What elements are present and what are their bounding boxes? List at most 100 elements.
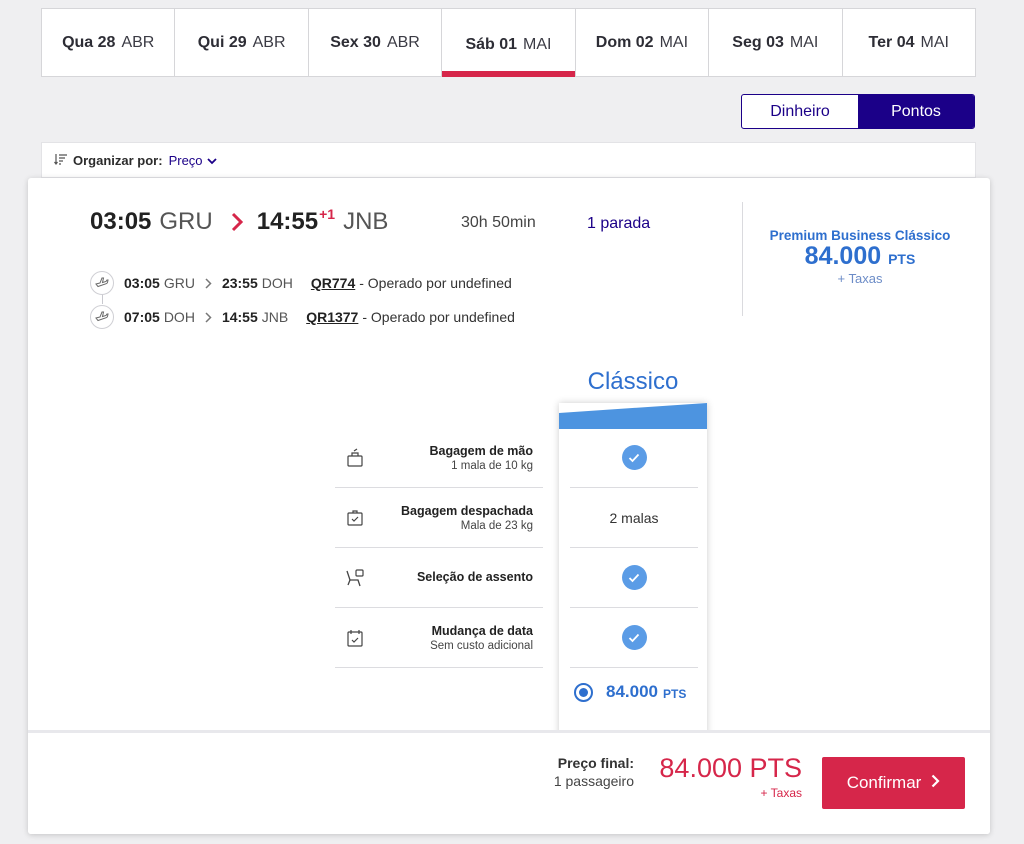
segment-arrival-time: 23:55	[221, 275, 258, 291]
date-tabs: Qua 28 ABR Qui 29 ABR Sex 30 ABR Sáb 01 MAI …	[41, 8, 976, 77]
fare-price-value: 84.000	[804, 242, 882, 270]
check-icon	[621, 625, 647, 650]
fare-family-price-unit: PTS	[663, 686, 687, 701]
segment-row: 03:05 GRU 23:55 DOH QR774 - Operado por …	[90, 266, 515, 300]
attribute-title: Mudança de data	[431, 623, 533, 638]
departure-airport: GRU	[159, 208, 213, 235]
segment-arrival-airport: DOH	[261, 275, 293, 291]
flight-duration: 30h 50min	[461, 214, 536, 231]
segment-departure-airport: DOH	[163, 309, 195, 325]
attribute-title: Bagagem despachada	[401, 503, 533, 518]
attribute-subtitle: Mala de 23 kg	[460, 519, 533, 532]
date-tab-5[interactable]: Seg 03 MAI	[709, 9, 843, 76]
attribute-row-date-change: Mudança de data Sem custo adicional	[335, 608, 543, 668]
flight-main-times: 03:05 GRU 14:55 +1 JNB	[90, 206, 389, 236]
value-seat-selection	[570, 548, 698, 608]
date-tab-month: MAI	[920, 33, 949, 51]
check-icon	[621, 565, 647, 590]
segment-departure-time: 07:05	[124, 309, 160, 325]
passenger-count: 1 passageiro	[553, 773, 634, 789]
sort-bar: Organizar por: Preço	[41, 142, 976, 178]
fare-family-title: Clássico	[587, 368, 679, 395]
segment-arrival-airport: JNB	[261, 309, 289, 325]
date-tab-day: Qua 28	[62, 33, 116, 51]
departure-time: 03:05	[90, 208, 152, 235]
segment-arrival-time: 14:55	[221, 309, 258, 325]
sort-dropdown[interactable]: Preço	[169, 153, 217, 168]
date-tab-day: Dom 02	[595, 33, 654, 51]
final-price-label: Preço final:	[557, 755, 634, 771]
chevron-down-icon	[206, 153, 217, 168]
attribute-title: Seleção de assento	[416, 569, 533, 584]
fare-name: Premium Business Clássico	[769, 228, 951, 243]
date-tab-day: Qui 29	[197, 33, 247, 51]
chevron-right-icon	[205, 277, 212, 289]
currency-toggle: Dinheiro Pontos	[741, 94, 975, 129]
fare-price: 84.000 PTS	[752, 242, 968, 271]
date-tab-0[interactable]: Qua 28 ABR	[42, 9, 176, 76]
arrival-airport: JNB	[343, 208, 389, 235]
confirm-button[interactable]: Confirmar	[822, 757, 965, 809]
radio-selected-icon[interactable]	[574, 682, 593, 702]
check-icon	[621, 445, 647, 470]
date-tab-1[interactable]: Qui 29 ABR	[175, 9, 309, 76]
attribute-subtitle: 1 mala de 10 kg	[451, 459, 533, 472]
divider	[742, 202, 743, 316]
attribute-subtitle: Sem custo adicional	[430, 639, 533, 652]
final-price-label-group: Preço final: 1 passageiro	[538, 755, 634, 789]
flight-number-link[interactable]: QR774	[311, 275, 355, 291]
segment-departure-airport: GRU	[163, 275, 195, 291]
chevron-right-icon	[205, 311, 212, 323]
date-tab-month: ABR	[386, 33, 420, 51]
date-tab-day: Sex 30	[330, 33, 381, 51]
date-tab-day: Seg 03	[732, 33, 784, 51]
seat-selection-icon	[335, 568, 375, 588]
fare-taxes: + Taxas	[837, 270, 883, 286]
fare-summary: Premium Business Clássico 84.000 PTS + T…	[752, 228, 968, 286]
plane-icon	[90, 271, 114, 295]
chevron-right-icon	[931, 773, 940, 793]
date-tab-day: Ter 04	[868, 33, 915, 51]
confirm-label: Confirmar	[846, 773, 922, 792]
sort-value: Preço	[168, 152, 203, 168]
price-footer: Preço final: 1 passageiro 84.000 PTS + T…	[28, 730, 990, 834]
value-checked-baggage: 2 malas	[570, 488, 698, 548]
arrow-right-icon	[231, 212, 243, 232]
attribute-row-seat-selection: Seleção de assento	[335, 548, 543, 608]
calendar-change-icon	[335, 628, 375, 648]
attribute-row-hand-baggage: Bagagem de mão 1 mala de 10 kg	[335, 428, 543, 488]
segment-row: 07:05 DOH 14:55 JNB QR1377 - Operado por…	[90, 300, 515, 334]
currency-points-option[interactable]: Pontos	[858, 95, 974, 128]
flight-number-link[interactable]: QR1377	[306, 309, 358, 325]
date-tab-4[interactable]: Dom 02 MAI	[576, 9, 710, 76]
currency-money-option[interactable]: Dinheiro	[742, 95, 858, 128]
plane-icon	[90, 305, 114, 329]
final-price-value: 84.000 PTS	[659, 753, 802, 783]
date-tab-month: MAI	[523, 35, 552, 53]
date-tab-month: MAI	[659, 33, 689, 51]
date-tab-3-selected[interactable]: Sáb 01 MAI	[442, 9, 576, 77]
fare-family-select[interactable]: 84.000 PTS	[570, 671, 698, 713]
sort-label: Organizar por:	[73, 152, 163, 168]
day-offset: +1	[319, 206, 336, 222]
flight-segments: 03:05 GRU 23:55 DOH QR774 - Operado por …	[90, 266, 515, 334]
attribute-row-checked-baggage: Bagagem despachada Mala de 23 kg	[335, 488, 543, 548]
arrival-time: 14:55	[256, 208, 319, 235]
hand-baggage-icon	[335, 448, 375, 468]
flight-card: 03:05 GRU 14:55 +1 JNB 30h 50min 1 parad…	[28, 178, 990, 834]
fare-family-price: 84.000	[606, 682, 658, 701]
date-tab-month: ABR	[252, 33, 286, 51]
attribute-title: Bagagem de mão	[429, 443, 533, 458]
date-tab-6[interactable]: Ter 04 MAI	[843, 9, 975, 76]
final-price: 84.000 PTS + Taxas	[658, 753, 802, 800]
final-price-taxes: + Taxas	[760, 786, 802, 800]
value-date-change	[570, 608, 698, 668]
date-tab-day: Sáb 01	[465, 35, 518, 53]
stops-link[interactable]: 1 parada	[587, 215, 650, 233]
segment-departure-time: 03:05	[124, 275, 160, 291]
date-tab-month: MAI	[789, 33, 819, 51]
date-tab-2[interactable]: Sex 30 ABR	[309, 9, 443, 76]
segment-operator: - Operado por undefined	[359, 275, 512, 291]
sort-icon	[54, 153, 68, 168]
value-hand-baggage	[570, 428, 698, 488]
